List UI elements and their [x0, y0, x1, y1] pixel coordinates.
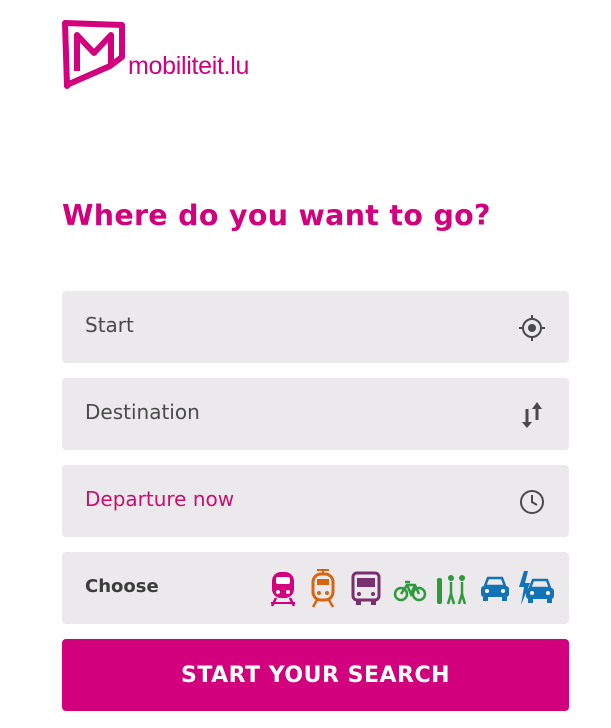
tram-icon[interactable] [308, 568, 338, 608]
start-field[interactable]: Start [62, 291, 569, 363]
mobiliteit-logo-icon [62, 20, 125, 89]
locate-me-icon[interactable] [517, 313, 547, 343]
destination-field[interactable]: Destination [62, 378, 569, 450]
clock-icon[interactable] [517, 487, 547, 517]
car-icon[interactable] [479, 568, 511, 608]
start-search-button[interactable]: START YOUR SEARCH [62, 639, 569, 711]
train-icon[interactable] [268, 568, 298, 608]
brand-name: mobiliteit.lu [128, 52, 250, 80]
walk-icon[interactable] [434, 568, 468, 608]
bike-icon[interactable] [393, 568, 427, 608]
page-title: Where do you want to go? [62, 199, 491, 232]
destination-input-placeholder: Destination [85, 400, 200, 424]
electric-car-icon[interactable] [516, 568, 556, 608]
transport-modes-field: Choose [62, 552, 569, 624]
departure-time-value: Departure now [85, 487, 235, 511]
departure-time-field[interactable]: Departure now [62, 465, 569, 537]
choose-modes-label: Choose [85, 576, 159, 597]
start-input-placeholder: Start [85, 313, 134, 337]
bus-icon[interactable] [350, 568, 382, 608]
swap-arrows-icon[interactable] [517, 400, 547, 430]
mobiliteit-logo[interactable]: mobiliteit.lu [62, 19, 262, 89]
